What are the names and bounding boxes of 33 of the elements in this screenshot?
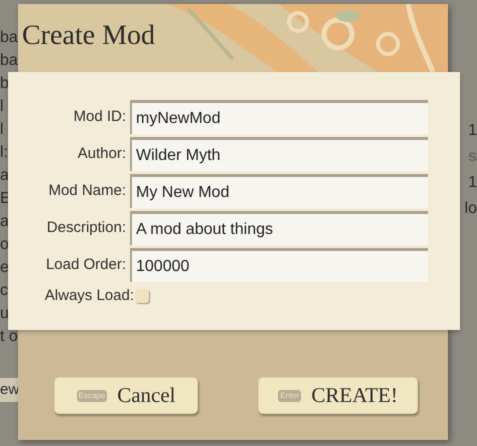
key-hint: Enter (278, 390, 302, 402)
background-text: 1 (467, 121, 477, 141)
background-text: u (0, 304, 10, 324)
field-label: Description: (46, 218, 127, 238)
background-text: e (0, 258, 10, 278)
background-text: b (0, 74, 10, 94)
checkbox-label: Always Load: (44, 286, 134, 306)
background-text: o (0, 235, 10, 255)
background-text: a (0, 212, 10, 232)
background-text: c (0, 281, 9, 301)
background-text: 1 (467, 173, 477, 193)
dialog-title: Create Mod (22, 22, 155, 50)
input-field[interactable]: Wilder Myth (130, 137, 428, 171)
field-label: Load Order: (44, 254, 127, 275)
background-text: l (0, 120, 5, 140)
background-text: l: (0, 143, 9, 163)
background-text: a (0, 166, 10, 186)
input-field[interactable]: 100000 (130, 248, 428, 282)
key-hint: Escape (76, 390, 108, 402)
checkbox[interactable] (135, 289, 149, 303)
background-text: ba (0, 51, 19, 71)
background-text: t o (0, 327, 19, 347)
field-label: Mod ID: (72, 106, 127, 127)
background-text: l (0, 97, 5, 117)
field-label: Mod Name: (47, 180, 127, 201)
input-field[interactable]: My New Mod (130, 174, 428, 208)
background-text: lo (464, 199, 477, 219)
dialog-button[interactable]: Enter CREATE! (258, 377, 418, 414)
field-label: Author: (76, 144, 127, 164)
input-field[interactable]: A mod about things (130, 211, 428, 245)
dialog-button[interactable]: Escape Cancel (54, 377, 198, 414)
input-field[interactable]: myNewMod (130, 100, 428, 134)
background-text: ba (0, 28, 19, 48)
